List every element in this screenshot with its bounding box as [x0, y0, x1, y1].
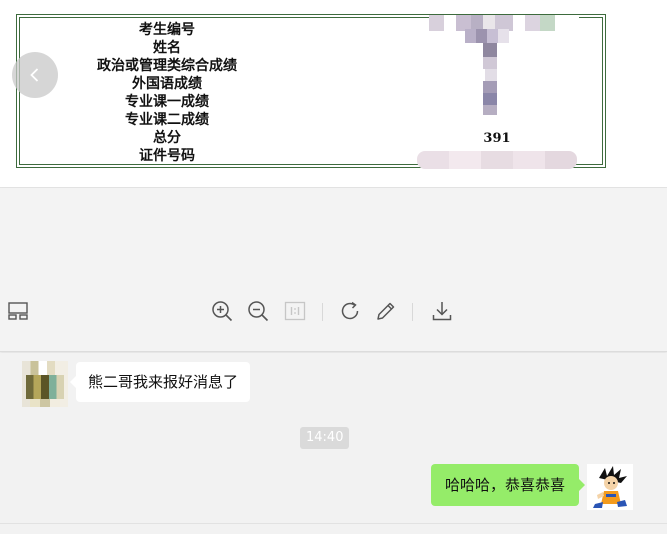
edit-button[interactable]: [373, 298, 399, 324]
zoom-out-button[interactable]: [245, 298, 271, 324]
rotate-icon: [341, 301, 359, 320]
viewed-image[interactable]: 考生编号 姓名 政治或管理类综合成绩 外国语成绩 专业课一成绩 专业课二成绩 总…: [0, 0, 667, 188]
self-avatar[interactable]: [587, 464, 633, 510]
zoom-in-icon: [212, 301, 233, 322]
zoom-out-icon: [248, 301, 269, 322]
sender-avatar[interactable]: [22, 361, 68, 407]
chat-message-list: 熊二哥我来报好消息了 14:40 哈哈哈，恭喜恭喜: [0, 353, 667, 534]
label-id-number: 证件号码: [139, 148, 195, 164]
label-name: 姓名: [153, 40, 181, 56]
total-score-value: 391: [483, 131, 511, 146]
message-timestamp: 14:40: [300, 427, 350, 449]
viewer-toolbar: [0, 188, 667, 352]
chat-input-divider: [0, 523, 667, 524]
toolbar-divider: [322, 303, 323, 321]
label-total-score: 总分: [153, 130, 181, 146]
label-politics-score: 政治或管理类综合成绩: [97, 58, 237, 74]
layout-icon: [8, 302, 28, 320]
previous-image-button[interactable]: [12, 52, 58, 98]
incoming-message-bubble[interactable]: 熊二哥我来报好消息了: [69, 362, 251, 402]
actual-size-button[interactable]: [282, 298, 308, 324]
chevron-left-icon: [30, 68, 39, 82]
zoom-in-button[interactable]: [209, 298, 235, 324]
download-button[interactable]: [429, 298, 455, 324]
toolbar-divider: [412, 303, 413, 321]
outgoing-message-bubble[interactable]: 哈哈哈，恭喜恭喜: [430, 464, 586, 506]
download-icon: [432, 302, 452, 321]
layout-button[interactable]: [5, 298, 31, 324]
score-table: 考生编号 姓名 政治或管理类综合成绩 外国语成绩 专业课一成绩 专业课二成绩 总…: [16, 14, 606, 169]
label-foreign-language-score: 外国语成绩: [132, 76, 202, 92]
actual-size-icon: [284, 301, 306, 321]
label-major-one-score: 专业课一成绩: [125, 94, 209, 110]
goku-avatar-icon: [593, 466, 627, 508]
label-major-two-score: 专业课二成绩: [125, 112, 209, 128]
label-candidate-id: 考生编号: [139, 22, 195, 38]
rotate-button[interactable]: [337, 298, 363, 324]
edit-icon: [377, 302, 395, 320]
